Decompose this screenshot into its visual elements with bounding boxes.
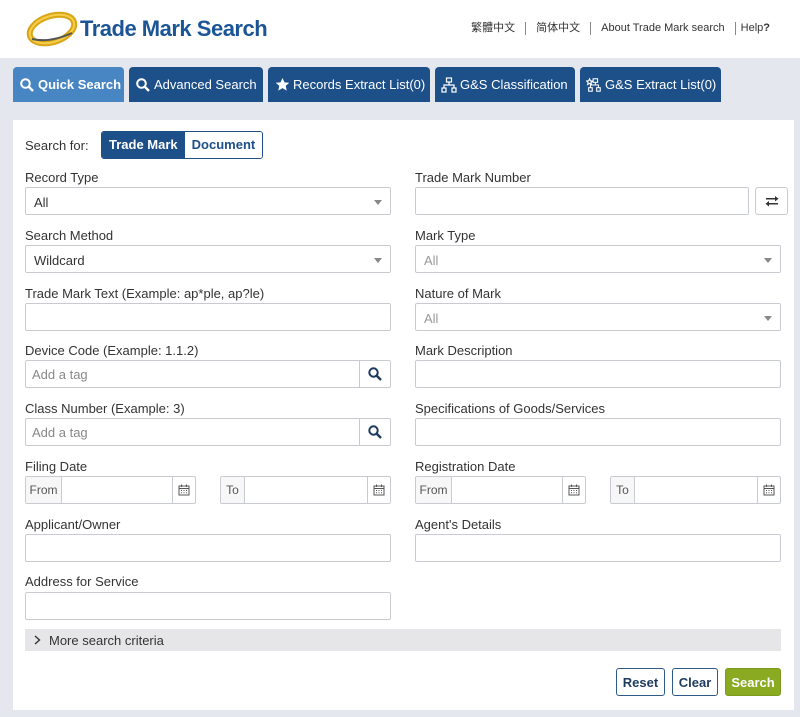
applicant-label: Applicant/Owner: [25, 517, 121, 532]
link-help[interactable]: Help?: [734, 22, 770, 35]
search-icon: [368, 425, 382, 439]
from-label: From: [26, 477, 62, 503]
class-number-search-button[interactable]: [359, 419, 390, 445]
record-type-select[interactable]: All: [25, 187, 391, 215]
swap-icon: [765, 196, 778, 207]
device-code-label: Device Code (Example: 1.1.2): [25, 343, 199, 358]
nature-of-mark-label: Nature of Mark: [415, 286, 501, 301]
more-search-criteria[interactable]: More search criteria: [25, 629, 781, 651]
tab-gs-classification[interactable]: G&S Classification: [435, 67, 575, 102]
class-number-placeholder: Add a tag: [32, 425, 88, 440]
address-label: Address for Service: [25, 574, 139, 589]
class-number-tag-input[interactable]: Add a tag: [25, 418, 391, 446]
tab-label: Quick Search: [38, 77, 122, 92]
chevron-right-icon: [34, 635, 41, 645]
trade-mark-number-label: Trade Mark Number: [415, 170, 531, 185]
quick-search-panel: Search for: Trade Mark Document Record T…: [13, 120, 794, 710]
trade-mark-text-input[interactable]: [25, 303, 391, 331]
calendar-icon[interactable]: [757, 477, 780, 503]
tab-label: Records Extract List(0): [293, 77, 426, 92]
link-simplified-chinese[interactable]: 简体中文: [525, 22, 590, 35]
mark-type-label: Mark Type: [415, 228, 476, 243]
search-method-label: Search Method: [25, 228, 114, 243]
filing-date-from[interactable]: From: [25, 476, 196, 504]
tab-label: G&S Classification: [460, 77, 568, 92]
to-label: To: [221, 477, 245, 503]
star-icon: [274, 77, 290, 93]
tab-gs-extract-list[interactable]: G&S Extract List(0): [580, 67, 721, 102]
logo-icon: [26, 11, 78, 47]
specifications-label: Specifications of Goods/Services: [415, 401, 606, 416]
registration-date-from[interactable]: From: [415, 476, 586, 504]
tab-label: G&S Extract List(0): [605, 77, 717, 92]
search-for-label: Search for:: [25, 138, 89, 153]
mark-type-value: All: [424, 253, 439, 268]
help-label: Help: [740, 22, 764, 34]
filing-date-from-input[interactable]: [62, 477, 172, 503]
calendar-icon[interactable]: [172, 477, 195, 503]
device-code-search-button[interactable]: [359, 361, 390, 387]
app-title: Trade Mark Search: [80, 16, 268, 41]
top-links: 繁體中文 简体中文 About Trade Mark search Help?: [461, 22, 770, 35]
toggle-trade-mark[interactable]: Trade Mark: [102, 132, 185, 158]
reset-button[interactable]: Reset: [616, 668, 665, 696]
nature-of-mark-value: All: [424, 311, 439, 326]
record-type-label: Record Type: [25, 170, 99, 185]
caret-down-icon: [374, 258, 382, 263]
mark-type-select[interactable]: All: [415, 245, 781, 273]
toggle-document[interactable]: Document: [184, 132, 263, 158]
specifications-input[interactable]: [415, 418, 781, 446]
record-type-value: All: [34, 195, 49, 210]
device-code-tag-input[interactable]: Add a tag: [25, 360, 391, 388]
trade-mark-number-input[interactable]: [415, 187, 749, 215]
link-about[interactable]: About Trade Mark search: [590, 22, 735, 35]
calendar-icon[interactable]: [367, 477, 390, 503]
nature-of-mark-select[interactable]: All: [415, 303, 781, 331]
caret-down-icon: [764, 258, 772, 263]
help-mark: ?: [763, 22, 770, 34]
search-for-toggle: Trade Mark Document: [101, 131, 264, 159]
tab-label: Advanced Search: [154, 77, 257, 92]
applicant-input[interactable]: [25, 534, 391, 562]
clear-button[interactable]: Clear: [672, 668, 718, 696]
tab-records-extract-list[interactable]: Records Extract List(0): [268, 67, 430, 102]
caret-down-icon: [374, 200, 382, 205]
link-traditional-chinese[interactable]: 繁體中文: [461, 22, 525, 35]
tab-bar: Quick Search Advanced Search Records Ext…: [0, 58, 800, 102]
address-input[interactable]: [25, 592, 391, 620]
search-icon: [135, 77, 151, 93]
hierarchy-icon: [441, 76, 457, 93]
filing-date-to[interactable]: To: [220, 476, 391, 504]
more-search-criteria-label: More search criteria: [49, 632, 164, 648]
class-number-label: Class Number (Example: 3): [25, 401, 185, 416]
calendar-icon[interactable]: [562, 477, 585, 503]
search-method-value: Wildcard: [34, 253, 85, 268]
header: Trade Mark Search 繁體中文 简体中文 About Trade …: [0, 0, 800, 58]
filing-date-to-input[interactable]: [245, 477, 367, 503]
search-button[interactable]: Search: [725, 668, 781, 696]
star-hierarchy-icon: [586, 76, 602, 93]
swap-button[interactable]: [755, 187, 788, 215]
mark-description-input[interactable]: [415, 360, 781, 388]
to-label: To: [611, 477, 635, 503]
tab-advanced-search[interactable]: Advanced Search: [129, 67, 263, 102]
from-label: From: [416, 477, 452, 503]
caret-down-icon: [764, 316, 772, 321]
tab-quick-search[interactable]: Quick Search: [13, 67, 124, 102]
device-code-placeholder: Add a tag: [32, 367, 88, 382]
registration-date-to[interactable]: To: [610, 476, 781, 504]
filing-date-label: Filing Date: [25, 459, 88, 474]
registration-date-from-input[interactable]: [452, 477, 562, 503]
search-icon: [19, 77, 35, 93]
mark-description-label: Mark Description: [415, 343, 513, 358]
agent-input[interactable]: [415, 534, 781, 562]
registration-date-to-input[interactable]: [635, 477, 757, 503]
search-icon: [368, 367, 382, 381]
registration-date-label: Registration Date: [415, 459, 516, 474]
search-method-select[interactable]: Wildcard: [25, 245, 391, 273]
agent-label: Agent's Details: [415, 517, 502, 532]
trade-mark-text-label: Trade Mark Text (Example: ap*ple, ap?le): [25, 286, 265, 301]
